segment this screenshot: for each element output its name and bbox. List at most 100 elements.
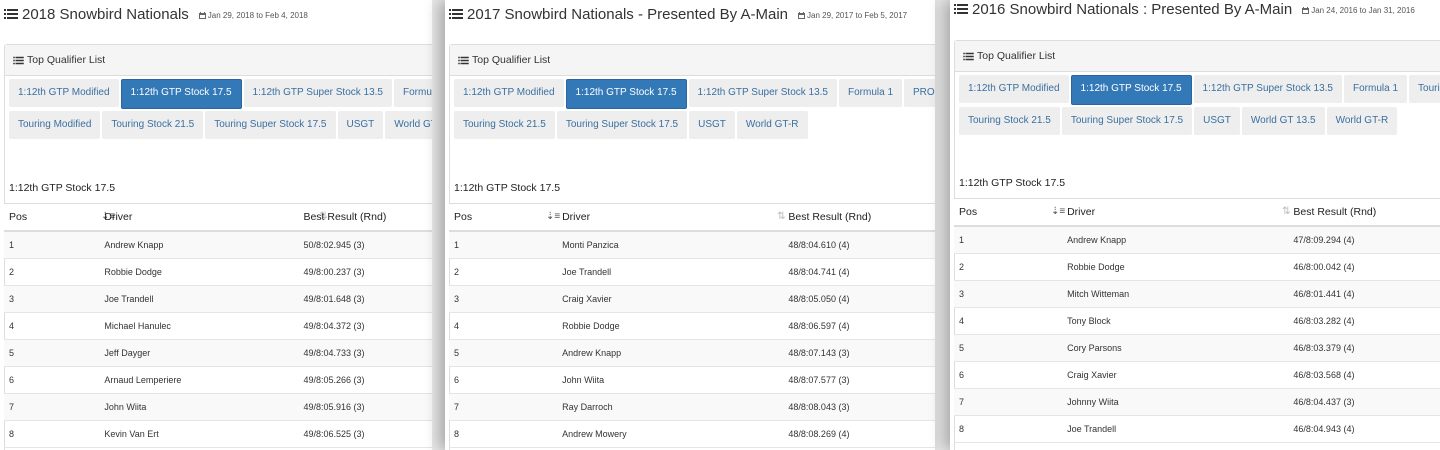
table-row[interactable]: 1 Andrew Knapp 47/8:09.294 (4): [954, 227, 1440, 254]
table-row[interactable]: 5 Cory Parsons 46/8:03.379 (4): [954, 335, 1440, 362]
cell-pos: 1: [454, 240, 460, 250]
cell-best-result: 46/8:04.943 (4): [1293, 424, 1355, 434]
class-tab[interactable]: 1:12th GTP Super Stock 13.5: [1193, 75, 1342, 103]
table-row[interactable]: 5 Jeff Dayger 49/8:04.733 (3): [4, 340, 432, 367]
table-row[interactable]: 1 Monti Panzica 48/8:04.610 (4): [449, 232, 935, 259]
class-tab[interactable]: PRO 10: [904, 79, 935, 107]
cell-driver: Andrew Knapp: [562, 348, 622, 358]
table-row[interactable]: 2 Robbie Dodge 46/8:00.042 (4): [954, 254, 1440, 281]
class-tab[interactable]: World GT-R: [736, 111, 808, 139]
table-body: 1 Monti Panzica 48/8:04.610 (4) 2 Joe Trande…: [449, 232, 935, 448]
cell-pos: 6: [959, 370, 965, 380]
event-title: 2017 Snowbird Nationals - Presented By A…: [467, 6, 789, 23]
class-tab[interactable]: World GT-R: [1326, 107, 1398, 135]
col-label: Best Result (Rnd): [303, 211, 387, 223]
cell-pos: 4: [9, 321, 15, 331]
cell-best-result: 48/8:07.577 (3): [788, 375, 850, 385]
class-tab[interactable]: Formula 1: [1344, 75, 1408, 103]
cell-pos: 1: [9, 240, 15, 250]
class-tab[interactable]: 1:12th GTP Modified: [959, 75, 1069, 103]
class-tab[interactable]: USGT: [1194, 107, 1240, 135]
table-row[interactable]: 3 Joe Trandell 49/8:01.648 (3): [4, 286, 432, 313]
class-tab[interactable]: Touring Stock 21.5: [454, 111, 555, 139]
col-label: Pos: [959, 206, 978, 218]
list-icon: [458, 56, 469, 64]
cell-best-result: 46/8:03.379 (4): [1293, 343, 1355, 353]
col-pos-header[interactable]: Pos ⇣≡: [954, 199, 1065, 225]
class-tab[interactable]: Formula 1: [839, 79, 903, 107]
box-title: Top Qualifier List: [472, 54, 551, 66]
table-row[interactable]: 4 Tony Block 46/8:03.282 (4): [954, 308, 1440, 335]
table-row[interactable]: 8 Andrew Mowery 48/8:08.269 (4): [449, 421, 935, 448]
table-row[interactable]: 8 Joe Trandell 46/8:04.943 (4): [954, 416, 1440, 443]
tab-row: 1:12th GTP Modified 1:12th GTP Stock 17.5…: [959, 75, 1440, 105]
event-date-range: Jan 29, 2017 to Feb 5, 2017: [798, 11, 907, 20]
class-tab[interactable]: 1:12th GTP Super Stock 13.5: [243, 79, 392, 107]
class-tab[interactable]: 1:12th GTP Super Stock 13.5: [688, 79, 837, 107]
class-tab[interactable]: Touring Super Stock 17.5: [205, 111, 336, 139]
table-row[interactable]: 2 Joe Trandell 48/8:04.741 (4): [449, 259, 935, 286]
class-tab[interactable]: Touring Super Stock 17.5: [1061, 107, 1193, 135]
cell-driver: Monti Panzica: [562, 240, 619, 250]
class-tab[interactable]: World GT 13.5: [1241, 107, 1325, 135]
table-row[interactable]: 4 Robbie Dodge 48/8:06.597 (4): [449, 313, 935, 340]
class-tab[interactable]: Touring Super Stock 17.5: [556, 111, 688, 139]
cell-driver: Joe Trandell: [562, 267, 612, 277]
cell-pos: 2: [959, 262, 965, 272]
cell-pos: 2: [9, 267, 15, 277]
table-row[interactable]: 5 Andrew Knapp 48/8:07.143 (3): [449, 340, 935, 367]
qualifier-table: Pos ⇣≡ Driver ⇅ Best Result (Rnd) 1 Monti…: [449, 203, 935, 448]
class-tab[interactable]: Touring Amateur: [1409, 75, 1440, 103]
cell-best-result: 48/8:08.043 (3): [788, 402, 850, 412]
cell-best-result: 46/8:03.568 (4): [1293, 370, 1355, 380]
cell-driver: Michael Hanulec: [104, 321, 171, 331]
cell-best-result: 46/8:00.042 (4): [1293, 262, 1355, 272]
class-tab[interactable]: USGT: [689, 111, 735, 139]
table-row[interactable]: 4 Michael Hanulec 49/8:04.372 (3): [4, 313, 432, 340]
col-result-header[interactable]: Best Result (Rnd): [298, 204, 432, 230]
cell-pos: 6: [9, 375, 15, 385]
col-driver-header[interactable]: Driver ⇅: [1062, 199, 1290, 225]
col-pos-header[interactable]: Pos ⇣≡: [449, 204, 560, 230]
class-tab[interactable]: 1:12th GTP Modified: [9, 79, 119, 107]
class-tab[interactable]: 1:12th GTP Stock 17.5: [120, 79, 242, 109]
class-tab[interactable]: 1:12th GTP Stock 17.5: [1070, 75, 1192, 105]
cell-best-result: 50/8:02.945 (3): [303, 240, 365, 250]
cell-best-result: 49/8:05.266 (3): [303, 375, 365, 385]
class-tab[interactable]: Touring Stock 21.5: [959, 107, 1060, 135]
table-row[interactable]: 8 Kevin Van Ert 49/8:06.525 (3): [4, 421, 432, 448]
table-body: 1 Andrew Knapp 50/8:02.945 (3) 2 Robbie Dodg…: [4, 232, 432, 448]
class-title: 1:12th GTP Stock 17.5: [454, 182, 561, 194]
class-tab[interactable]: USGT: [337, 111, 384, 139]
class-tab[interactable]: World GT-R: [385, 111, 432, 139]
table-row[interactable]: 7 Johnny Wiita 46/8:04.437 (3): [954, 389, 1440, 416]
table-row[interactable]: 3 Mitch Witteman 46/8:01.441 (4): [954, 281, 1440, 308]
cell-best-result: 47/8:09.294 (4): [1293, 235, 1355, 245]
table-row[interactable]: 7 Ray Darroch 48/8:08.043 (3): [449, 394, 935, 421]
class-tab[interactable]: Touring Modified: [9, 111, 101, 139]
col-result-header[interactable]: Best Result (Rnd): [1288, 199, 1440, 225]
list-icon: [963, 52, 974, 60]
cell-best-result: 48/8:08.269 (4): [788, 429, 850, 439]
table-row[interactable]: 2 Robbie Dodge 49/8:00.237 (3): [4, 259, 432, 286]
box-title: Top Qualifier List: [27, 54, 106, 66]
table-row[interactable]: 3 Craig Xavier 48/8:05.050 (4): [449, 286, 935, 313]
cell-driver: Andrew Knapp: [104, 240, 164, 250]
cell-pos: 8: [959, 424, 965, 434]
class-tab[interactable]: 1:12th GTP Modified: [454, 79, 564, 107]
col-pos-header[interactable]: Pos ⇣≡: [4, 204, 115, 230]
table-row[interactable]: 6 Arnaud Lemperiere 49/8:05.266 (3): [4, 367, 432, 394]
class-tab[interactable]: Touring Stock 21.5: [102, 111, 204, 139]
col-result-header[interactable]: Best Result (Rnd): [783, 204, 935, 230]
table-row[interactable]: 7 John Wiita 49/8:05.916 (3): [4, 394, 432, 421]
table-row[interactable]: 6 Craig Xavier 46/8:03.568 (4): [954, 362, 1440, 389]
class-tab[interactable]: Formula 1: [394, 79, 432, 107]
col-driver-header[interactable]: Driver ⇅: [557, 204, 785, 230]
cell-driver: Johnny Wiita: [1067, 397, 1119, 407]
class-tab[interactable]: 1:12th GTP Stock 17.5: [565, 79, 687, 109]
table-row[interactable]: 1 Andrew Knapp 50/8:02.945 (3): [4, 232, 432, 259]
event-title: 2016 Snowbird Nationals : Presented By A…: [972, 1, 1293, 18]
event-header: 2016 Snowbird Nationals : Presented By A…: [954, 1, 1415, 18]
col-driver-header[interactable]: Driver ⇅: [99, 204, 327, 230]
table-row[interactable]: 6 John Wiita 48/8:07.577 (3): [449, 367, 935, 394]
